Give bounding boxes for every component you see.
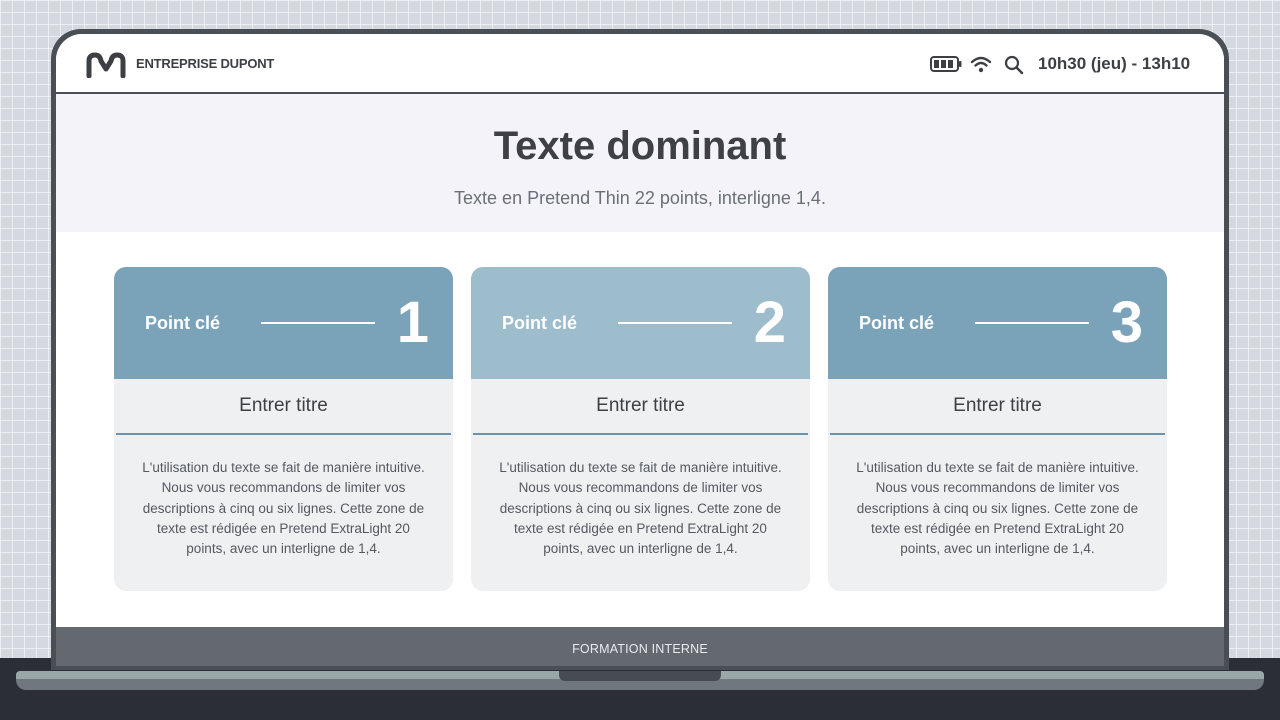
- key-point-card-3: Point clé 3 Entrer titre L'utilisation d…: [828, 267, 1167, 591]
- card-title[interactable]: Entrer titre: [828, 395, 1167, 417]
- top-bar: ENTREPRISE DUPONT 10h30 (jeu) - 13h10: [56, 34, 1224, 94]
- card-label: Point clé: [859, 313, 935, 333]
- card-title[interactable]: Entrer titre: [114, 395, 453, 417]
- time-display: 10h30 (jeu) - 13h10: [1038, 54, 1191, 73]
- card-header-line: [618, 322, 732, 324]
- card-label: Point clé: [145, 313, 221, 333]
- card-divider: [473, 433, 808, 435]
- company-name: ENTREPRISE DUPONT: [136, 56, 275, 71]
- card-title[interactable]: Entrer titre: [471, 395, 810, 417]
- card-divider: [116, 433, 451, 435]
- slide-screen: ENTREPRISE DUPONT 10h30 (jeu) - 13h10 Te…: [56, 34, 1224, 666]
- card-description[interactable]: L'utilisation du texte se fait de manièr…: [850, 458, 1145, 559]
- card-divider: [830, 433, 1165, 435]
- laptop-notch: [559, 671, 721, 681]
- card-number: 1: [396, 290, 429, 355]
- key-point-card-1: Point clé 1 Entrer titre L'utilisation d…: [114, 267, 453, 591]
- card-number: 2: [753, 290, 786, 355]
- search-icon[interactable]: [1004, 55, 1024, 75]
- card-header-line: [975, 322, 1089, 324]
- page-title: Texte dominant: [493, 124, 787, 168]
- hero-section: Texte dominant Texte en Pretend Thin 22 …: [56, 94, 1224, 232]
- wifi-icon: [970, 56, 992, 73]
- footer-bar: FORMATION INTERNE: [56, 627, 1224, 666]
- card-header: Point clé 2: [471, 267, 810, 379]
- card-description[interactable]: L'utilisation du texte se fait de manièr…: [136, 458, 431, 559]
- card-description[interactable]: L'utilisation du texte se fait de manièr…: [493, 458, 788, 559]
- logo-icon: [86, 52, 126, 78]
- page-subtitle: Texte en Pretend Thin 22 points, interli…: [454, 188, 826, 208]
- footer-label: FORMATION INTERNE: [572, 642, 708, 656]
- card-label: Point clé: [502, 313, 578, 333]
- key-point-card-2: Point clé 2 Entrer titre L'utilisation d…: [471, 267, 810, 591]
- card-number: 3: [1110, 290, 1143, 355]
- card-header: Point clé 3: [828, 267, 1167, 379]
- card-header: Point clé 1: [114, 267, 453, 379]
- battery-icon: [930, 56, 962, 72]
- card-header-line: [261, 322, 375, 324]
